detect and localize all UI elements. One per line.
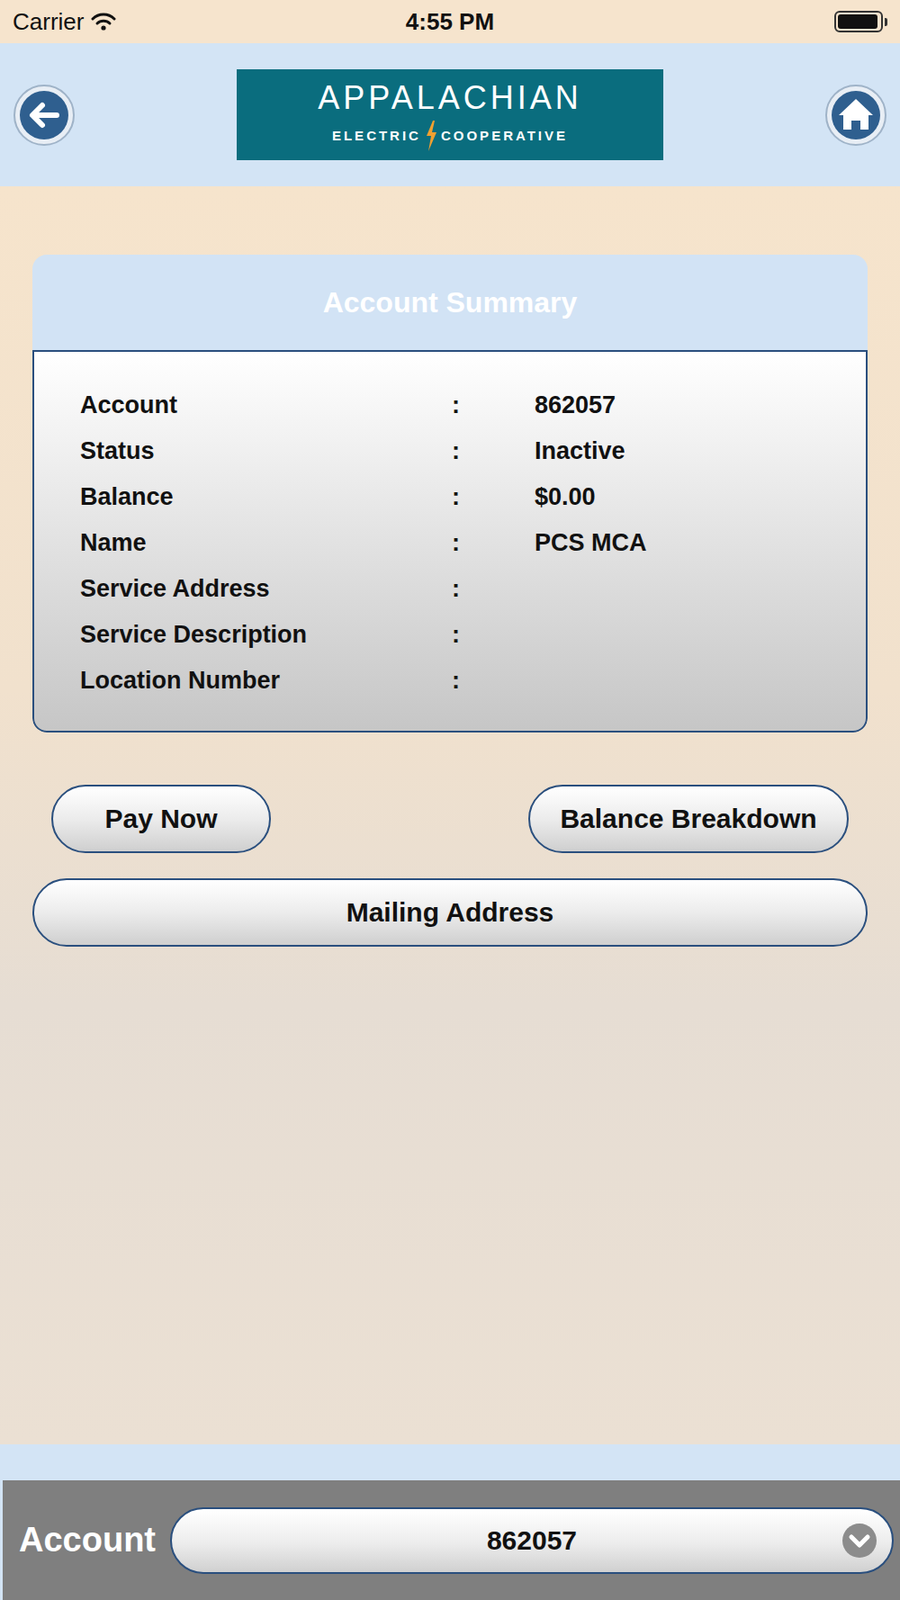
summary-row: Location Number : <box>80 657 848 704</box>
summary-row: Status : Inactive <box>80 428 848 475</box>
account-bar: Account 862057 <box>0 1480 900 1600</box>
card-header: Account Summary <box>32 254 868 351</box>
logo-subtitle-right: COOPERATIVE <box>441 127 568 144</box>
account-summary-card: Account Summary Account : 862057Status :… <box>32 254 868 733</box>
row-value: Inactive <box>534 437 848 466</box>
status-bar: Carrier 4:55 PM <box>0 0 900 44</box>
chevron-down-icon <box>841 1522 878 1559</box>
content-area: Account Summary Account : 862057Status :… <box>0 186 900 1445</box>
account-selector-label: Account <box>18 1521 156 1560</box>
row-separator: : <box>451 483 535 512</box>
balance-breakdown-button[interactable]: Balance Breakdown <box>528 784 849 854</box>
battery-fill <box>837 14 878 29</box>
row-label: Balance <box>80 483 452 512</box>
account-dropdown-value: 862057 <box>225 1525 838 1557</box>
clock: 4:55 PM <box>0 8 900 36</box>
summary-row: Service Address : <box>80 566 848 612</box>
battery-body <box>834 10 883 33</box>
wifi-icon <box>90 11 117 32</box>
app-header: APPALACHIAN ELECTRIC COOPERATIVE <box>0 43 900 187</box>
bottom-strip <box>0 1444 900 1481</box>
row-separator: : <box>451 529 535 558</box>
row-label: Account <box>80 391 452 420</box>
account-dropdown[interactable]: 862057 <box>170 1507 894 1575</box>
row-label: Location Number <box>80 666 452 695</box>
company-logo: APPALACHIAN ELECTRIC COOPERATIVE <box>236 69 664 161</box>
card-title: Account Summary <box>323 286 578 320</box>
row-separator: : <box>451 437 535 466</box>
pay-now-button[interactable]: Pay Now <box>51 784 271 854</box>
row-separator: : <box>451 666 535 695</box>
lightning-bolt-icon <box>424 120 438 152</box>
row-separator: : <box>451 391 535 420</box>
row-value: 862057 <box>534 391 848 420</box>
logo-subtitle: ELECTRIC COOPERATIVE <box>332 120 568 152</box>
row-label: Name <box>80 529 452 558</box>
action-row: Pay Now Balance Breakdown <box>32 784 868 854</box>
row-label: Service Address <box>80 575 452 603</box>
battery-icon <box>834 10 888 33</box>
row-value: PCS MCA <box>534 529 848 558</box>
home-icon[interactable] <box>824 83 888 147</box>
logo-subtitle-left: ELECTRIC <box>332 127 422 144</box>
summary-row: Balance : $0.00 <box>80 474 848 521</box>
summary-row: Service Description : <box>80 612 848 658</box>
row-separator: : <box>451 621 535 649</box>
row-separator: : <box>451 575 535 603</box>
carrier-group: Carrier <box>12 8 117 36</box>
carrier-label: Carrier <box>12 8 84 36</box>
back-arrow-icon[interactable] <box>12 83 76 147</box>
card-body: Account : 862057Status : InactiveBalance… <box>32 350 868 733</box>
row-label: Status <box>80 437 452 466</box>
summary-row: Name : PCS MCA <box>80 520 848 567</box>
summary-row: Account : 862057 <box>80 382 848 429</box>
mailing-address-button[interactable]: Mailing Address <box>32 878 868 947</box>
screen: Carrier 4:55 PM APPALACHIAN ELECTRIC COO… <box>0 0 900 1600</box>
logo-title: APPALACHIAN <box>317 79 582 117</box>
row-label: Service Description <box>80 621 452 649</box>
battery-tip <box>884 18 888 27</box>
row-value: $0.00 <box>534 483 848 512</box>
